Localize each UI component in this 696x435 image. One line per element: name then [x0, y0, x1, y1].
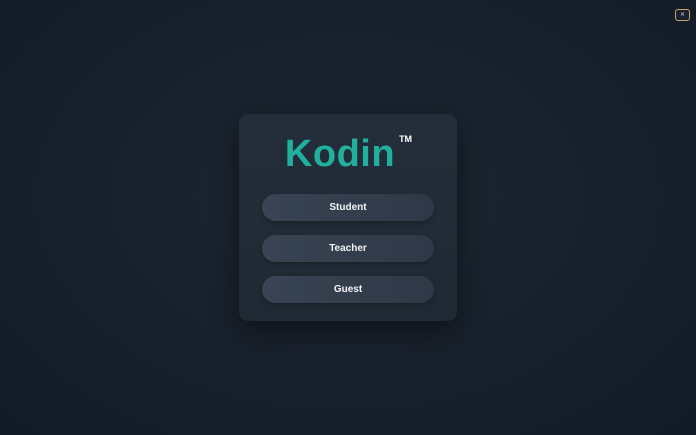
close-button[interactable]: × — [675, 9, 690, 21]
guest-button-label: Guest — [333, 284, 363, 295]
student-button[interactable]: Student — [262, 194, 434, 221]
close-icon: × — [679, 11, 686, 18]
guest-button[interactable]: Guest — [262, 276, 434, 303]
teacher-button-label: Teacher — [329, 243, 367, 254]
teacher-button[interactable]: Teacher — [262, 235, 434, 262]
student-button-label: Student — [329, 202, 367, 213]
trademark-symbol: TM — [399, 134, 413, 144]
logo: Kodin TM — [0, 132, 696, 176]
logo-text: Kodin — [284, 133, 396, 175]
